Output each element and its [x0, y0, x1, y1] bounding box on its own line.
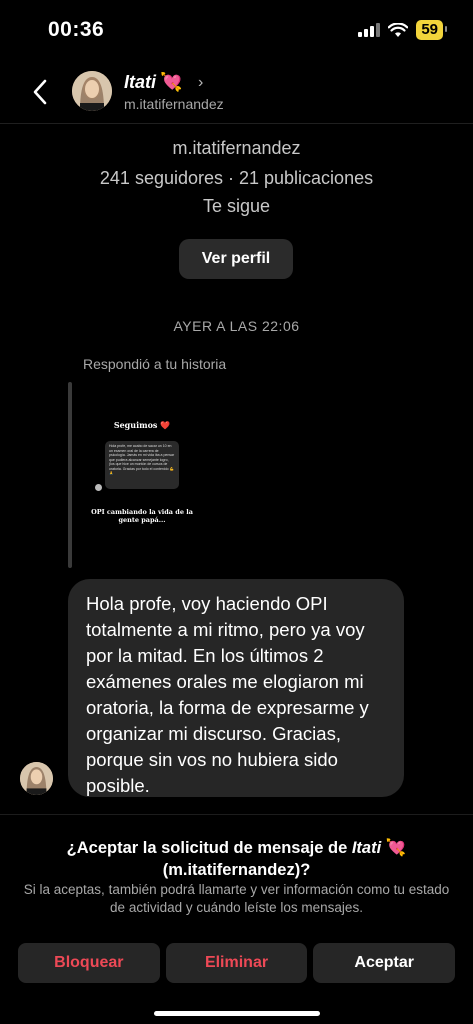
request-title-handle: (m.itatifernandez)? [162, 861, 311, 879]
wifi-icon [388, 22, 409, 37]
request-actions: Bloquear Eliminar Aceptar [18, 943, 456, 983]
request-title-name: Itati [351, 839, 382, 857]
request-title: ¿Aceptar la solicitud de mensaje de Itat… [0, 837, 473, 881]
home-indicator[interactable] [154, 1011, 320, 1016]
story-reply-bar [68, 382, 72, 568]
message-request-panel: ¿Aceptar la solicitud de mensaje de Itat… [0, 814, 473, 1024]
contact-name[interactable]: Itati 💘 [124, 72, 182, 93]
profile-summary: m.itatifernandez 241 seguidores · 21 pub… [0, 124, 473, 217]
delete-button[interactable]: Eliminar [165, 943, 308, 983]
story-message-card: Hola profe, me acabo de sacar un 10 en u… [105, 441, 179, 489]
battery-indicator: 59 [416, 20, 447, 40]
avatar-image [72, 71, 112, 111]
story-thumbnail[interactable]: Seguimos ❤️ Hola profe, me acabo de saca… [83, 383, 201, 567]
chevron-right-icon[interactable]: › [198, 74, 203, 92]
accept-button[interactable]: Aceptar [313, 943, 456, 983]
message-bubble[interactable]: Hola profe, voy haciendo OPI totalmente … [68, 579, 404, 797]
contact-name-text: Itati [124, 72, 157, 92]
date-separator: AYER A LAS 22:06 [173, 318, 300, 334]
status-time: 00:36 [48, 18, 105, 41]
story-caption: OPI cambiando la vida de la gente papá..… [91, 508, 193, 524]
dm-screen: 00:36 59 Itati 💘 › m.itatifernandez m.it… [0, 0, 473, 1024]
status-icons: 59 [358, 20, 447, 40]
chevron-left-icon [33, 79, 47, 105]
request-description: Si la aceptas, también podrá llamarte y … [23, 882, 450, 915]
profile-stats: 241 seguidores · 21 publicaciones [99, 168, 374, 188]
profile-handle: m.itatifernandez [172, 138, 301, 158]
block-button[interactable]: Bloquear [18, 943, 160, 983]
contact-handle: m.itatifernandez [124, 96, 224, 112]
avatar[interactable] [72, 71, 112, 111]
heart-emoji-icon: 💘 [160, 72, 183, 92]
chat-header: Itati 💘 › m.itatifernandez [0, 62, 473, 124]
avatar-image [20, 762, 53, 795]
view-profile-button[interactable]: Ver perfil [179, 239, 293, 279]
heart-emoji-icon: 💘 [385, 839, 407, 857]
request-title-prefix: ¿Aceptar la solicitud de mensaje de [66, 839, 348, 857]
story-reply-note: Respondió a tu historia [83, 356, 227, 372]
story-title: Seguimos ❤️ [113, 420, 171, 430]
message-avatar[interactable] [20, 762, 53, 795]
follows-you-label: Te sigue [202, 196, 271, 216]
back-button[interactable] [22, 74, 58, 110]
story-avatar [95, 484, 102, 491]
cellular-signal-icon [358, 23, 381, 37]
status-bar: 00:36 59 [0, 0, 473, 62]
